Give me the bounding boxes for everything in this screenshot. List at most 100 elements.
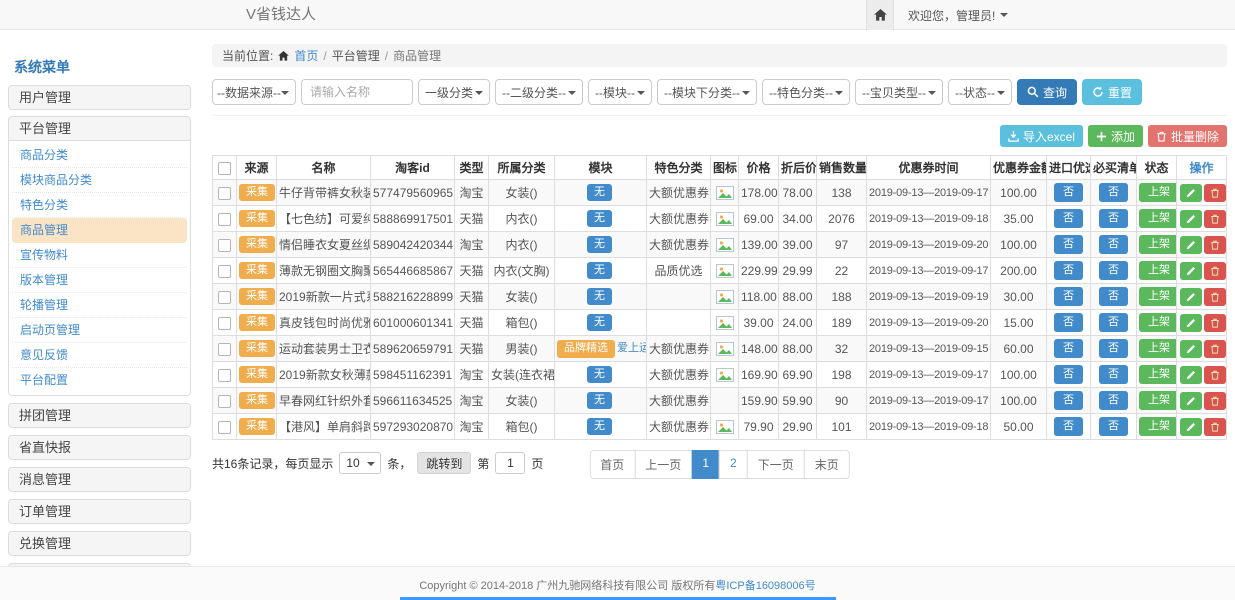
jump-button[interactable]: 跳转到 bbox=[417, 452, 471, 474]
edit-button[interactable] bbox=[1180, 418, 1202, 436]
must-buy-toggle[interactable]: 否 bbox=[1099, 365, 1128, 384]
edit-button[interactable] bbox=[1180, 392, 1202, 410]
edit-button[interactable] bbox=[1180, 236, 1202, 254]
sidebar-item-platform-management[interactable]: 平台管理 bbox=[8, 116, 191, 141]
row-checkbox[interactable] bbox=[218, 421, 231, 434]
page-button[interactable]: 下一页 bbox=[747, 450, 805, 479]
page-button[interactable]: 末页 bbox=[804, 450, 850, 479]
sidebar-subitem[interactable]: 宣传物料 bbox=[12, 243, 187, 268]
sidebar-subitem[interactable]: 版本管理 bbox=[12, 268, 187, 293]
delete-button[interactable] bbox=[1204, 418, 1226, 436]
icp-link[interactable]: 粤ICP备16098006号 bbox=[715, 580, 815, 592]
must-buy-toggle[interactable]: 否 bbox=[1099, 417, 1128, 436]
delete-button[interactable] bbox=[1204, 366, 1226, 384]
delete-button[interactable] bbox=[1204, 184, 1226, 202]
page-button[interactable]: 上一页 bbox=[634, 450, 692, 479]
edit-button[interactable] bbox=[1180, 210, 1202, 228]
filter-select[interactable]: 一级分类 bbox=[418, 79, 490, 105]
sidebar-item[interactable]: 消息管理 bbox=[8, 467, 191, 492]
sidebar-item[interactable]: 订单管理 bbox=[8, 499, 191, 524]
select-all-checkbox[interactable] bbox=[218, 162, 231, 175]
batch-delete-button[interactable]: 批量删除 bbox=[1148, 125, 1227, 147]
edit-button[interactable] bbox=[1180, 366, 1202, 384]
must-buy-toggle[interactable]: 否 bbox=[1099, 235, 1128, 254]
edit-button[interactable] bbox=[1180, 184, 1202, 202]
page-button[interactable]: 1 bbox=[691, 450, 720, 479]
import-select-toggle[interactable]: 否 bbox=[1054, 235, 1083, 254]
sidebar-subitem[interactable]: 轮播管理 bbox=[12, 293, 187, 318]
user-menu[interactable]: 欢迎您，管理员! bbox=[908, 7, 1008, 24]
sidebar-subitem[interactable]: 模块商品分类 bbox=[12, 168, 187, 193]
per-page-select[interactable]: 10 bbox=[339, 452, 381, 474]
must-buy-toggle[interactable]: 否 bbox=[1099, 183, 1128, 202]
sidebar-subitem[interactable]: 意见反馈 bbox=[12, 343, 187, 368]
edit-button[interactable] bbox=[1180, 314, 1202, 332]
search-button[interactable]: 查询 bbox=[1017, 79, 1077, 105]
row-checkbox[interactable] bbox=[218, 213, 231, 226]
page-number-input[interactable] bbox=[495, 452, 525, 474]
import-select-toggle[interactable]: 否 bbox=[1054, 313, 1083, 332]
filter-select[interactable]: --宝贝类型-- bbox=[855, 79, 943, 105]
delete-button[interactable] bbox=[1204, 340, 1226, 358]
filter-select[interactable]: --二级分类-- bbox=[495, 79, 583, 105]
sidebar-subitem[interactable]: 商品分类 bbox=[12, 143, 187, 168]
row-checkbox[interactable] bbox=[218, 343, 231, 356]
import-select-toggle[interactable]: 否 bbox=[1054, 339, 1083, 358]
status-toggle[interactable]: 上架 bbox=[1139, 391, 1177, 410]
sidebar-item[interactable]: 兑换管理 bbox=[8, 531, 191, 556]
delete-button[interactable] bbox=[1204, 392, 1226, 410]
breadcrumb-home-link[interactable]: 首页 bbox=[294, 47, 318, 64]
delete-button[interactable] bbox=[1204, 262, 1226, 280]
status-toggle[interactable]: 上架 bbox=[1139, 313, 1177, 332]
must-buy-toggle[interactable]: 否 bbox=[1099, 391, 1128, 410]
row-checkbox[interactable] bbox=[218, 395, 231, 408]
filter-select[interactable]: --特色分类-- bbox=[762, 79, 850, 105]
sidebar-subitem[interactable]: 平台配置 bbox=[12, 368, 187, 393]
must-buy-toggle[interactable]: 否 bbox=[1099, 339, 1128, 358]
row-checkbox[interactable] bbox=[218, 239, 231, 252]
edit-button[interactable] bbox=[1180, 288, 1202, 306]
import-select-toggle[interactable]: 否 bbox=[1054, 391, 1083, 410]
delete-button[interactable] bbox=[1204, 288, 1226, 306]
row-checkbox[interactable] bbox=[218, 369, 231, 382]
data-source-select[interactable]: --数据来源-- bbox=[212, 79, 296, 105]
sidebar-item[interactable]: 拼团管理 bbox=[8, 403, 191, 428]
status-toggle[interactable]: 上架 bbox=[1139, 365, 1177, 384]
must-buy-toggle[interactable]: 否 bbox=[1099, 261, 1128, 280]
delete-button[interactable] bbox=[1204, 314, 1226, 332]
page-button[interactable]: 2 bbox=[719, 450, 748, 479]
import-select-toggle[interactable]: 否 bbox=[1054, 365, 1083, 384]
sidebar-item-user-management[interactable]: 用户管理 bbox=[8, 85, 191, 110]
import-select-toggle[interactable]: 否 bbox=[1054, 261, 1083, 280]
status-toggle[interactable]: 上架 bbox=[1139, 287, 1177, 306]
home-button[interactable] bbox=[866, 0, 894, 30]
delete-button[interactable] bbox=[1204, 210, 1226, 228]
must-buy-toggle[interactable]: 否 bbox=[1099, 209, 1128, 228]
sidebar-item[interactable]: 省直快报 bbox=[8, 435, 191, 460]
filter-select[interactable]: --状态-- bbox=[948, 79, 1012, 105]
reset-button[interactable]: 重置 bbox=[1082, 79, 1142, 105]
page-button[interactable]: 首页 bbox=[589, 450, 635, 479]
import-excel-button[interactable]: 导入excel bbox=[1000, 125, 1083, 147]
filter-select[interactable]: --模块下分类-- bbox=[657, 79, 757, 105]
add-button[interactable]: 添加 bbox=[1088, 125, 1143, 147]
import-select-toggle[interactable]: 否 bbox=[1054, 287, 1083, 306]
status-toggle[interactable]: 上架 bbox=[1139, 339, 1177, 358]
status-toggle[interactable]: 上架 bbox=[1139, 261, 1177, 280]
edit-button[interactable] bbox=[1180, 340, 1202, 358]
sidebar-subitem[interactable]: 特色分类 bbox=[12, 193, 187, 218]
status-toggle[interactable]: 上架 bbox=[1139, 235, 1177, 254]
delete-button[interactable] bbox=[1204, 236, 1226, 254]
status-toggle[interactable]: 上架 bbox=[1139, 183, 1177, 202]
status-toggle[interactable]: 上架 bbox=[1139, 209, 1177, 228]
import-select-toggle[interactable]: 否 bbox=[1054, 209, 1083, 228]
import-select-toggle[interactable]: 否 bbox=[1054, 417, 1083, 436]
filter-select[interactable]: --模块-- bbox=[588, 79, 652, 105]
edit-button[interactable] bbox=[1180, 262, 1202, 280]
row-checkbox[interactable] bbox=[218, 265, 231, 278]
must-buy-toggle[interactable]: 否 bbox=[1099, 313, 1128, 332]
sidebar-subitem[interactable]: 启动页管理 bbox=[12, 318, 187, 343]
row-checkbox[interactable] bbox=[218, 187, 231, 200]
name-search-input[interactable] bbox=[301, 79, 413, 105]
must-buy-toggle[interactable]: 否 bbox=[1099, 287, 1128, 306]
